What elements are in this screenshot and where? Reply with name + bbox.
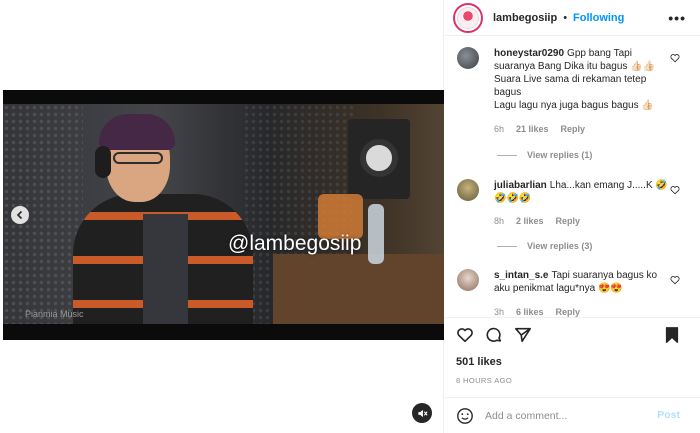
comment-meta: 3h 6 likes Reply <box>494 307 580 317</box>
chevron-left-icon <box>16 210 23 220</box>
comment-input[interactable] <box>485 407 645 425</box>
comment-likes[interactable]: 21 likes <box>516 124 549 134</box>
speaker-muted-icon <box>417 409 428 417</box>
like-comment-heart-icon[interactable] <box>670 185 680 195</box>
comment-likes[interactable]: 2 likes <box>516 216 544 226</box>
comment-username[interactable]: juliabarlian <box>494 180 547 191</box>
comment-username[interactable]: s_intan_s.e <box>494 270 548 281</box>
commenter-avatar[interactable] <box>457 179 479 201</box>
add-comment-bar: Post <box>445 397 700 433</box>
view-replies-button[interactable]: View replies (3) <box>497 241 592 251</box>
video-watermark: @lambegosiip <box>228 232 362 255</box>
video-player[interactable]: @lambegosiip Pianmia Music <box>3 90 444 340</box>
comments-list[interactable]: honeystar0290 Gpp bang Tapi suaranya Bang… <box>445 37 700 317</box>
commenter-avatar[interactable] <box>457 47 479 69</box>
view-replies-button[interactable]: View replies (1) <box>497 150 592 160</box>
comment-text-line: Suara Live sama di rekaman tetep bagus <box>494 74 647 98</box>
comment-likes[interactable]: 6 likes <box>516 307 544 317</box>
post-actions-bar <box>445 317 700 349</box>
share-icon[interactable] <box>514 326 532 344</box>
heart-icon[interactable] <box>456 326 474 344</box>
comment-time: 8h <box>494 216 505 226</box>
following-button[interactable]: Following <box>573 12 624 24</box>
comment-text-line: Lagu lagu nya juga bagus bagus 👍🏻 <box>494 100 654 111</box>
comment-time: 6h <box>494 124 505 134</box>
post-media: @lambegosiip Pianmia Music <box>0 0 444 433</box>
more-options-icon[interactable]: ••• <box>668 10 686 26</box>
comment-time: 3h <box>494 307 505 317</box>
post-header: lambegosiip • Following ••• <box>445 0 700 36</box>
like-comment-heart-icon[interactable] <box>670 53 680 63</box>
video-frame: @lambegosiip Pianmia Music <box>3 104 444 324</box>
emoji-icon[interactable] <box>456 407 474 425</box>
likes-count[interactable]: 501 likes <box>456 356 502 368</box>
comment-meta: 8h 2 likes Reply <box>494 216 580 226</box>
comment-reply-button[interactable]: Reply <box>556 307 581 317</box>
author-avatar[interactable] <box>453 2 483 33</box>
source-watermark: Pianmia Music <box>25 309 84 319</box>
like-comment-heart-icon[interactable] <box>670 275 680 285</box>
previous-media-button[interactable] <box>11 206 29 224</box>
post-timestamp: 8 HOURS AGO <box>456 376 513 385</box>
post-details-panel: lambegosiip • Following ••• honeystar029… <box>445 0 700 433</box>
comment-icon[interactable] <box>485 326 503 344</box>
author-username[interactable]: lambegosiip <box>493 12 557 24</box>
bookmark-icon[interactable] <box>663 326 681 344</box>
post-comment-button[interactable]: Post <box>657 409 680 421</box>
comment-meta: 6h 21 likes Reply <box>494 124 585 134</box>
comment-reply-button[interactable]: Reply <box>556 216 581 226</box>
mute-toggle-button[interactable] <box>412 403 432 423</box>
commenter-avatar[interactable] <box>457 269 479 291</box>
separator-dot: • <box>563 11 568 24</box>
comment-username[interactable]: honeystar0290 <box>494 48 564 59</box>
comment-reply-button[interactable]: Reply <box>561 124 586 134</box>
